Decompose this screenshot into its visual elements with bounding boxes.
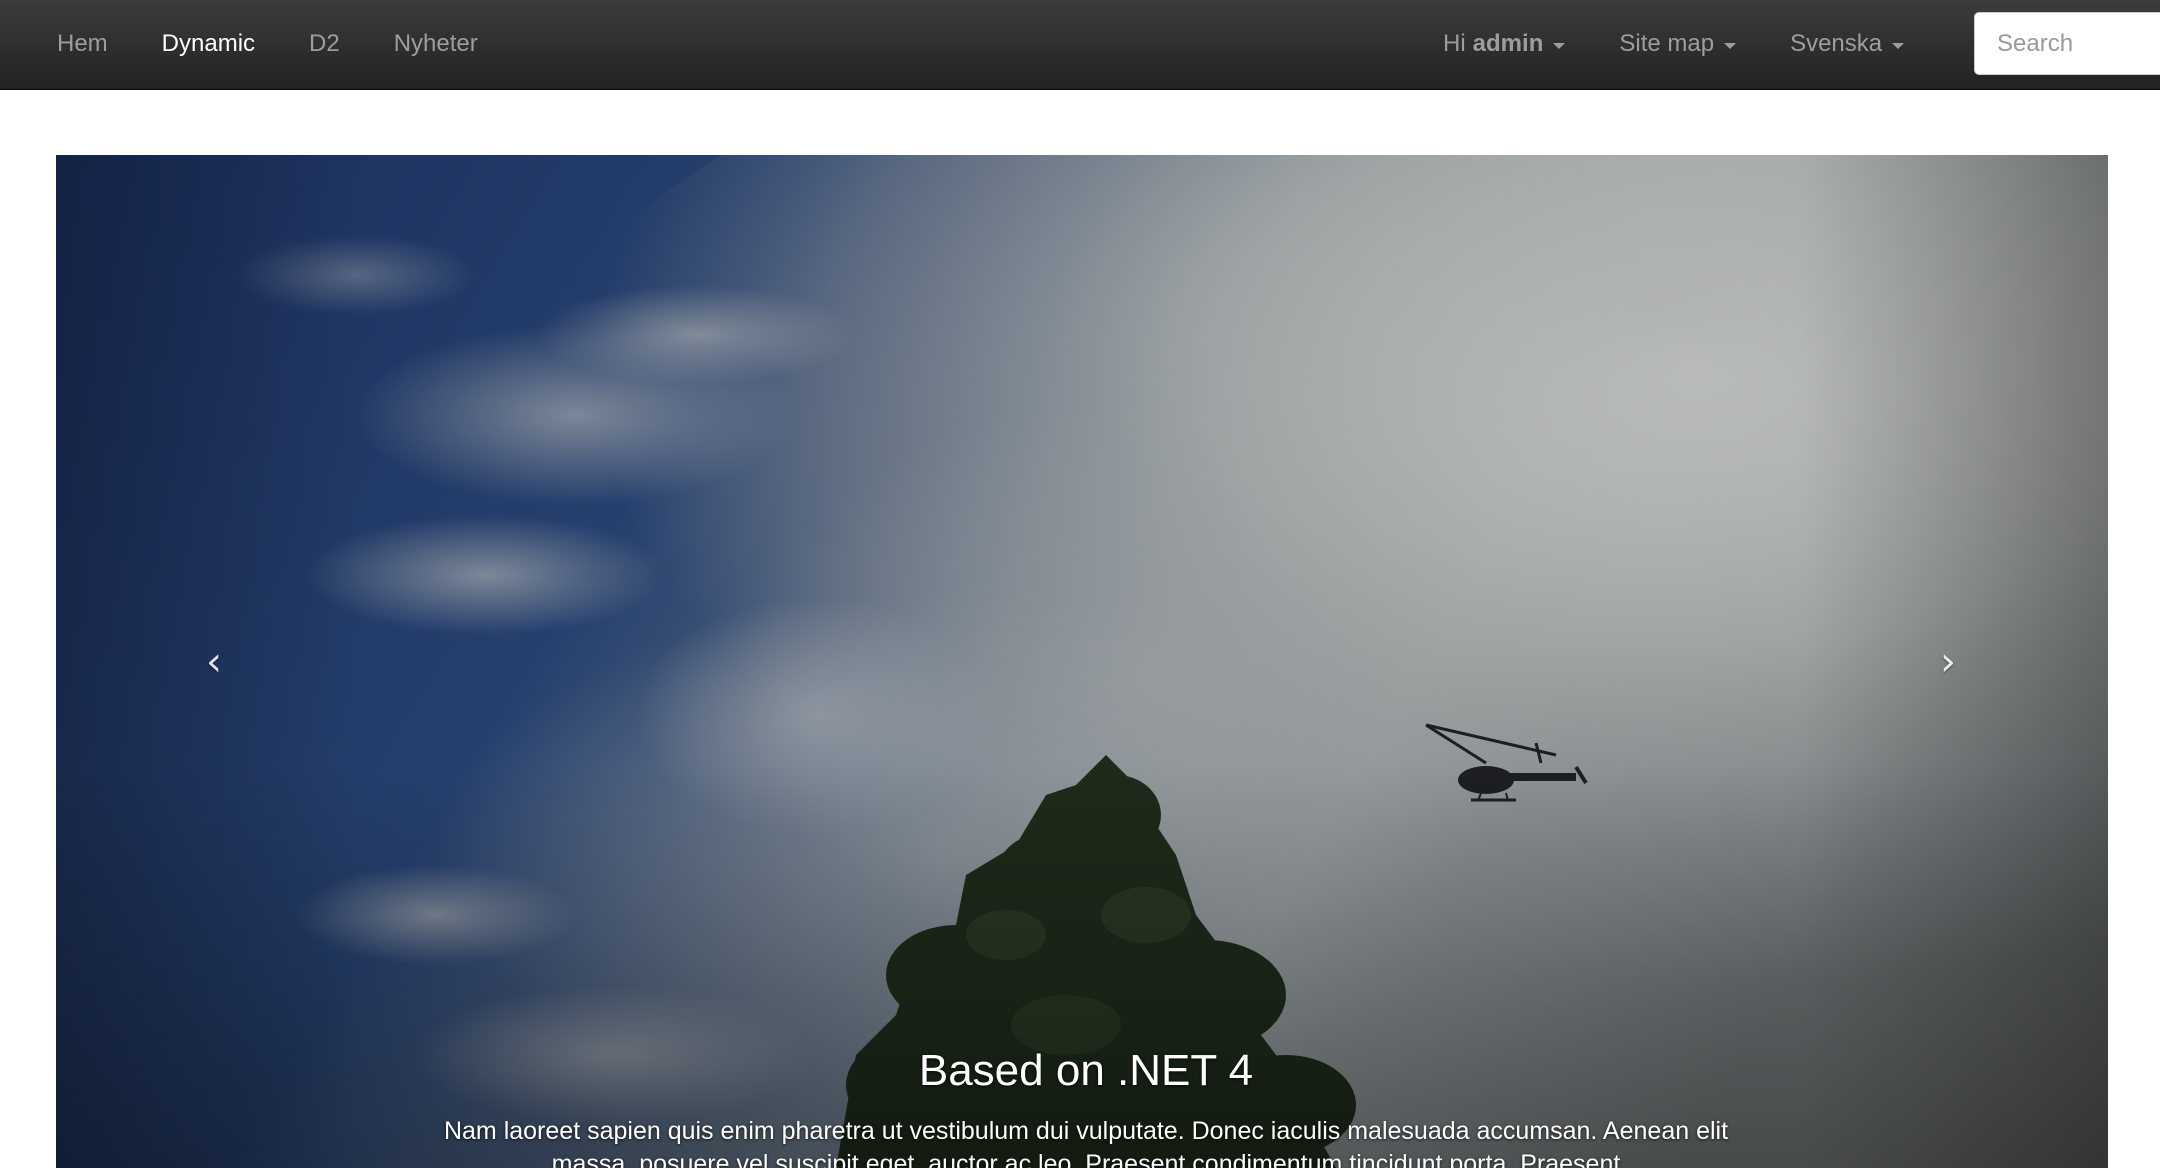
search-input[interactable] — [1974, 12, 2160, 75]
top-navbar: Hem Dynamic D2 Nyheter Hi admin Site map… — [0, 0, 2160, 90]
carousel-caption-title: Based on .NET 4 — [918, 1046, 1254, 1095]
user-greeting: Hi — [1443, 30, 1466, 57]
caret-down-icon — [1892, 43, 1905, 49]
caret-down-icon — [1553, 43, 1566, 49]
chevron-left-icon: ‹ — [206, 638, 222, 685]
carousel-prev-button[interactable]: ‹ — [56, 155, 376, 1168]
nav-item-hem[interactable]: Hem — [30, 0, 135, 88]
main-nav: Hem Dynamic D2 Nyheter — [30, 0, 505, 88]
language-dropdown[interactable]: Svenska — [1763, 0, 1931, 88]
language-label: Svenska — [1790, 30, 1883, 57]
user-name: admin — [1472, 30, 1544, 57]
secondary-nav: Hi admin Site map Svenska — [1416, 0, 1931, 88]
carousel-next-button[interactable]: › — [1788, 155, 2108, 1168]
nav-item-nyheter[interactable]: Nyheter — [367, 0, 505, 88]
carousel-caption: Based on .NET 4 Nam laoreet sapien quis … — [436, 1045, 1736, 1168]
nav-item-dynamic[interactable]: Dynamic — [135, 0, 282, 88]
carousel-caption-text: Nam laoreet sapien quis enim pharetra ut… — [443, 1117, 1729, 1168]
site-map-dropdown[interactable]: Site map — [1592, 0, 1763, 88]
user-menu-dropdown[interactable]: Hi admin — [1416, 0, 1592, 88]
site-map-label: Site map — [1619, 30, 1715, 57]
chevron-right-icon: › — [1940, 638, 1956, 685]
hero-carousel: ‹ › Based on .NET 4 Nam laoreet sapien q… — [56, 155, 2108, 1168]
caret-down-icon — [1724, 43, 1737, 49]
nav-item-d2[interactable]: D2 — [282, 0, 367, 88]
